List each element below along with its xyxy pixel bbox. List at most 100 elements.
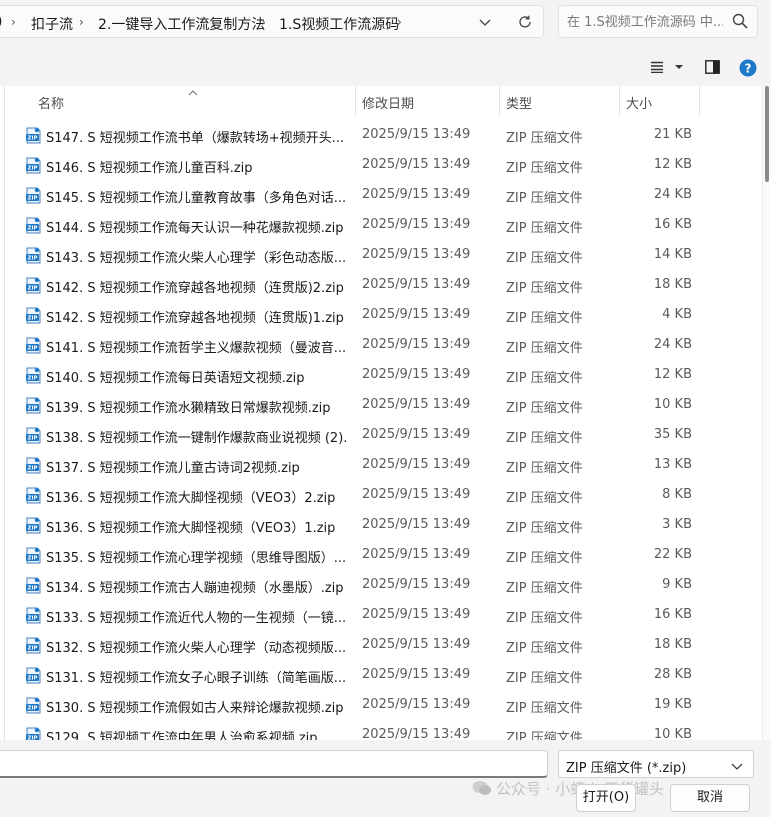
file-type: ZIP 压缩文件	[506, 251, 583, 266]
search-icon[interactable]	[731, 12, 749, 30]
column-header-date[interactable]: 修改日期	[362, 93, 414, 112]
svg-text:ZIP: ZIP	[27, 196, 37, 202]
breadcrumb-leading-fragment[interactable]: )	[0, 14, 2, 30]
file-row[interactable]: ZIP S130. S 短视频工作流假如古人来辩论爆款视频.zip 2025/9/1…	[0, 690, 756, 720]
file-date: 2025/9/15 13:49	[362, 307, 471, 322]
file-name: S135. S 短视频工作流心理学视频（思维导图版）....	[46, 551, 346, 566]
file-row[interactable]: ZIP S133. S 短视频工作流近代人物的一生视频（一镜... 2025/9/1…	[0, 600, 756, 630]
chevron-down-icon	[731, 760, 743, 770]
cancel-button[interactable]: 取消	[670, 784, 750, 812]
file-row[interactable]: ZIP S136. S 短视频工作流大脚怪视频（VEO3）1.zip 2025/9/…	[0, 510, 756, 540]
file-date: 2025/9/15 13:49	[362, 697, 471, 712]
breadcrumb-item-import-method[interactable]: 2.一键导入工作流复制方法	[98, 14, 265, 34]
zip-file-icon: ZIP	[25, 247, 42, 264]
svg-text:?: ?	[745, 61, 752, 75]
file-row[interactable]: ZIP S131. S 短视频工作流女子心眼子训练（简笔画版... 2025/9/1…	[0, 660, 756, 690]
column-divider[interactable]	[699, 86, 700, 116]
file-row[interactable]: ZIP S137. S 短视频工作流儿童古诗词2视频.zip 2025/9/15 1…	[0, 450, 756, 480]
file-type: ZIP 压缩文件	[506, 431, 583, 446]
address-bar-area: ) › 扣子流 › 2.一键导入工作流复制方法 › 1.S视频工作流源码 ›	[0, 0, 771, 46]
zip-file-icon: ZIP	[25, 427, 42, 444]
file-size: 8 KB	[662, 487, 692, 502]
file-row[interactable]: ZIP S147. S 短视频工作流书单（爆款转场+视频开头... 2025/9/1…	[0, 120, 756, 150]
file-row[interactable]: ZIP S136. S 短视频工作流大脚怪视频（VEO3）2.zip 2025/9/…	[0, 480, 756, 510]
file-row[interactable]: ZIP S142. S 短视频工作流穿越各地视频（连贯版)2.zip 2025/9/…	[0, 270, 756, 300]
filename-input[interactable]	[3, 755, 537, 775]
dialog-footer: ZIP 压缩文件 (*.zip) 公众号 · 小虾de干货罐头 打开(O) 取消	[0, 740, 771, 817]
svg-text:ZIP: ZIP	[27, 346, 37, 352]
file-name: S139. S 短视频工作流水獭精致日常爆款视频.zip	[46, 401, 331, 416]
file-size: 3 KB	[662, 517, 692, 532]
svg-text:ZIP: ZIP	[27, 466, 37, 472]
file-type: ZIP 压缩文件	[506, 551, 583, 566]
scrollbar-thumb[interactable]	[765, 86, 769, 182]
chevron-down-icon[interactable]	[473, 13, 497, 33]
column-header-size[interactable]: 大小	[626, 93, 652, 112]
file-size: 10 KB	[653, 397, 692, 412]
sort-chevron-icon	[188, 85, 198, 100]
file-row[interactable]: ZIP S140. S 短视频工作流每日英语短文视频.zip 2025/9/15 1…	[0, 360, 756, 390]
refresh-icon[interactable]	[513, 13, 537, 33]
file-date: 2025/9/15 13:49	[362, 727, 471, 740]
svg-text:ZIP: ZIP	[27, 226, 37, 232]
search-input[interactable]	[567, 12, 723, 32]
search-box[interactable]	[558, 5, 758, 38]
file-size: 9 KB	[662, 577, 692, 592]
column-divider[interactable]	[619, 86, 620, 116]
filetype-select[interactable]: ZIP 压缩文件 (*.zip)	[558, 750, 754, 778]
file-row[interactable]: ZIP S139. S 短视频工作流水獭精致日常爆款视频.zip 2025/9/15…	[0, 390, 756, 420]
list-view-icon[interactable]	[651, 61, 683, 77]
file-name: S133. S 短视频工作流近代人物的一生视频（一镜...	[46, 611, 346, 626]
address-bar[interactable]: ) › 扣子流 › 2.一键导入工作流复制方法 › 1.S视频工作流源码 ›	[0, 5, 544, 38]
file-row[interactable]: ZIP S146. S 短视频工作流儿童百科.zip 2025/9/15 13:49…	[0, 150, 756, 180]
file-name: S138. S 短视频工作流一键制作爆款商业说视频 (2)...	[46, 431, 346, 446]
file-type: ZIP 压缩文件	[506, 341, 583, 356]
zip-file-icon: ZIP	[25, 517, 42, 534]
file-date: 2025/9/15 13:49	[362, 367, 471, 382]
file-type: ZIP 压缩文件	[506, 311, 583, 326]
file-date: 2025/9/15 13:49	[362, 637, 471, 652]
file-type: ZIP 压缩文件	[506, 611, 583, 626]
file-type: ZIP 压缩文件	[506, 641, 583, 656]
svg-text:ZIP: ZIP	[27, 436, 37, 442]
zip-file-icon: ZIP	[25, 637, 42, 654]
file-date: 2025/9/15 13:49	[362, 247, 471, 262]
file-date: 2025/9/15 13:49	[362, 577, 471, 592]
column-divider[interactable]	[499, 86, 500, 116]
file-size: 22 KB	[653, 547, 692, 562]
vertical-scrollbar[interactable]	[762, 86, 771, 740]
file-row[interactable]: ZIP S145. S 短视频工作流儿童教育故事（多角色对话... 2025/9/1…	[0, 180, 756, 210]
file-type: ZIP 压缩文件	[506, 731, 583, 740]
open-button[interactable]: 打开(O)	[576, 784, 636, 812]
svg-text:ZIP: ZIP	[27, 376, 37, 382]
column-header-type[interactable]: 类型	[506, 93, 532, 112]
breadcrumb-item-current-folder[interactable]: 1.S视频工作流源码	[279, 14, 399, 34]
file-size: 21 KB	[653, 127, 692, 142]
file-row[interactable]: ZIP S138. S 短视频工作流一键制作爆款商业说视频 (2)... 2025/…	[0, 420, 756, 450]
file-row[interactable]: ZIP S135. S 短视频工作流心理学视频（思维导图版）.... 2025/9/…	[0, 540, 756, 570]
file-date: 2025/9/15 13:49	[362, 667, 471, 682]
file-row[interactable]: ZIP S143. S 短视频工作流火柴人心理学（彩色动态版... 2025/9/1…	[0, 240, 756, 270]
breadcrumb-item-kouziliu[interactable]: 扣子流	[31, 14, 73, 34]
file-row[interactable]: ZIP S132. S 短视频工作流火柴人心理学（动态视频版... 2025/9/1…	[0, 630, 756, 660]
file-date: 2025/9/15 13:49	[362, 127, 471, 142]
file-row[interactable]: ZIP S134. S 短视频工作流古人蹦迪视频（水墨版）.zip 2025/9/1…	[0, 570, 756, 600]
file-type: ZIP 压缩文件	[506, 131, 583, 146]
svg-text:ZIP: ZIP	[27, 136, 37, 142]
svg-text:ZIP: ZIP	[27, 166, 37, 172]
svg-text:ZIP: ZIP	[27, 406, 37, 412]
svg-text:ZIP: ZIP	[27, 706, 37, 712]
filename-field[interactable]	[0, 750, 548, 778]
file-row[interactable]: ZIP S141. S 短视频工作流哲学主义爆款视频（曼波音... 2025/9/1…	[0, 330, 756, 360]
column-header-name[interactable]: 名称	[38, 93, 64, 112]
file-row[interactable]: ZIP S129. S 短视频工作流中年男人治愈系视频.zip 2025/9/15 …	[0, 720, 756, 740]
zip-file-icon: ZIP	[25, 157, 42, 174]
preview-pane-icon[interactable]	[705, 60, 720, 78]
file-size: 19 KB	[653, 697, 692, 712]
zip-file-icon: ZIP	[25, 367, 42, 384]
zip-file-icon: ZIP	[25, 577, 42, 594]
column-divider[interactable]	[355, 86, 356, 116]
file-row[interactable]: ZIP S142. S 短视频工作流穿越各地视频（连贯版)1.zip 2025/9/…	[0, 300, 756, 330]
file-row[interactable]: ZIP S144. S 短视频工作流每天认识一种花爆款视频.zip 2025/9/1…	[0, 210, 756, 240]
help-icon[interactable]: ?	[739, 59, 757, 81]
